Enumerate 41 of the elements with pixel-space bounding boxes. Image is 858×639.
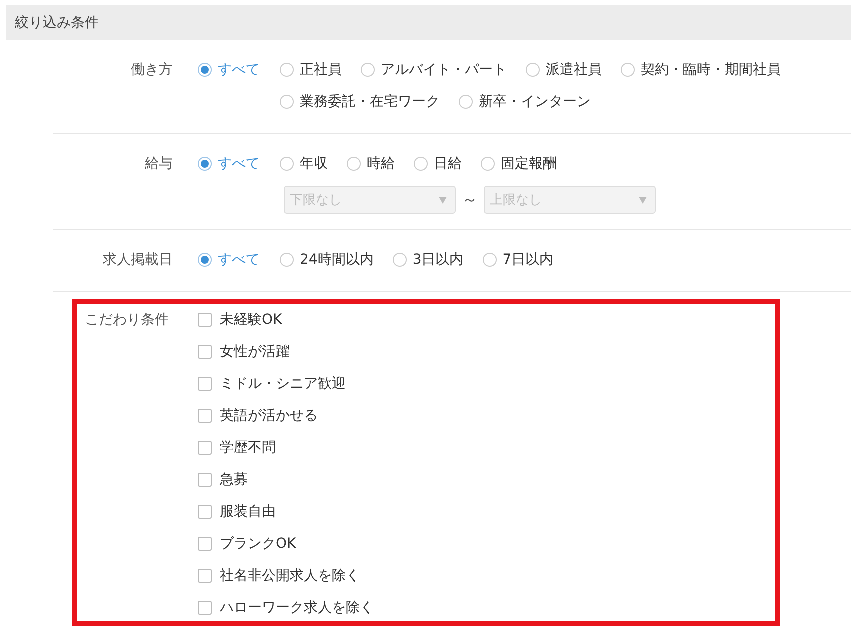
checkbox-option[interactable]: 急募 bbox=[198, 472, 374, 488]
field-label: 給与 bbox=[144, 155, 173, 174]
radio-option[interactable]: 年収 bbox=[280, 148, 328, 180]
field-label: こだわり条件 bbox=[85, 312, 170, 330]
checkbox-option[interactable]: 服装自由 bbox=[198, 504, 374, 520]
checkbox-option[interactable]: ブランクOK bbox=[198, 536, 374, 552]
field-label: 働き方 bbox=[130, 61, 173, 80]
checkbox-option[interactable]: 学歴不問 bbox=[198, 440, 374, 456]
checkbox[interactable] bbox=[198, 313, 212, 327]
checkbox-option[interactable]: 英語が活かせる bbox=[198, 408, 374, 424]
section-header: 絞り込み条件 bbox=[6, 5, 851, 40]
checkbox[interactable] bbox=[198, 409, 212, 423]
radio-option[interactable]: 業務委託・在宅ワーク bbox=[280, 86, 440, 118]
checkbox[interactable] bbox=[198, 505, 212, 519]
radio-option[interactable]: 3日以内 bbox=[392, 244, 464, 276]
radio-option[interactable]: 24時間以内 bbox=[280, 244, 374, 276]
radio-option[interactable]: アルバイト・パート bbox=[361, 54, 507, 86]
radio-option[interactable]: 7日以内 bbox=[482, 244, 554, 276]
checkbox-option[interactable]: 女性が活躍 bbox=[198, 344, 374, 360]
checkbox-option[interactable]: ミドル・シニア歓迎 bbox=[198, 376, 374, 392]
checkbox[interactable] bbox=[198, 569, 212, 583]
caret-icon bbox=[439, 196, 447, 204]
radio-option[interactable]: 固定報酬 bbox=[481, 148, 557, 180]
checkbox-option[interactable]: 社名非公開求人を除く bbox=[198, 568, 374, 584]
radio-option[interactable]: 新卒・インターン bbox=[459, 86, 591, 118]
checkbox[interactable] bbox=[198, 473, 212, 487]
field-label: 求人掲載日 bbox=[102, 251, 173, 270]
checkbox[interactable] bbox=[198, 601, 212, 615]
checkbox-option[interactable]: ハローワーク求人を除く bbox=[198, 600, 374, 616]
radio-option[interactable]: 正社員 bbox=[280, 54, 342, 86]
checkbox[interactable] bbox=[198, 537, 212, 551]
checkbox-option[interactable]: 未経験OK bbox=[198, 312, 374, 328]
checkbox[interactable] bbox=[198, 441, 212, 455]
range-separator: ～ bbox=[462, 190, 478, 210]
radio-option[interactable]: 日給 bbox=[414, 148, 462, 180]
caret-icon bbox=[639, 196, 647, 204]
radio-option[interactable]: 時給 bbox=[347, 148, 395, 180]
checkbox[interactable] bbox=[198, 345, 212, 359]
radio-option[interactable]: 派遣社員 bbox=[526, 54, 602, 86]
radio-option[interactable]: 契約・臨時・期間社員 bbox=[621, 54, 781, 86]
checkbox[interactable] bbox=[198, 377, 212, 391]
